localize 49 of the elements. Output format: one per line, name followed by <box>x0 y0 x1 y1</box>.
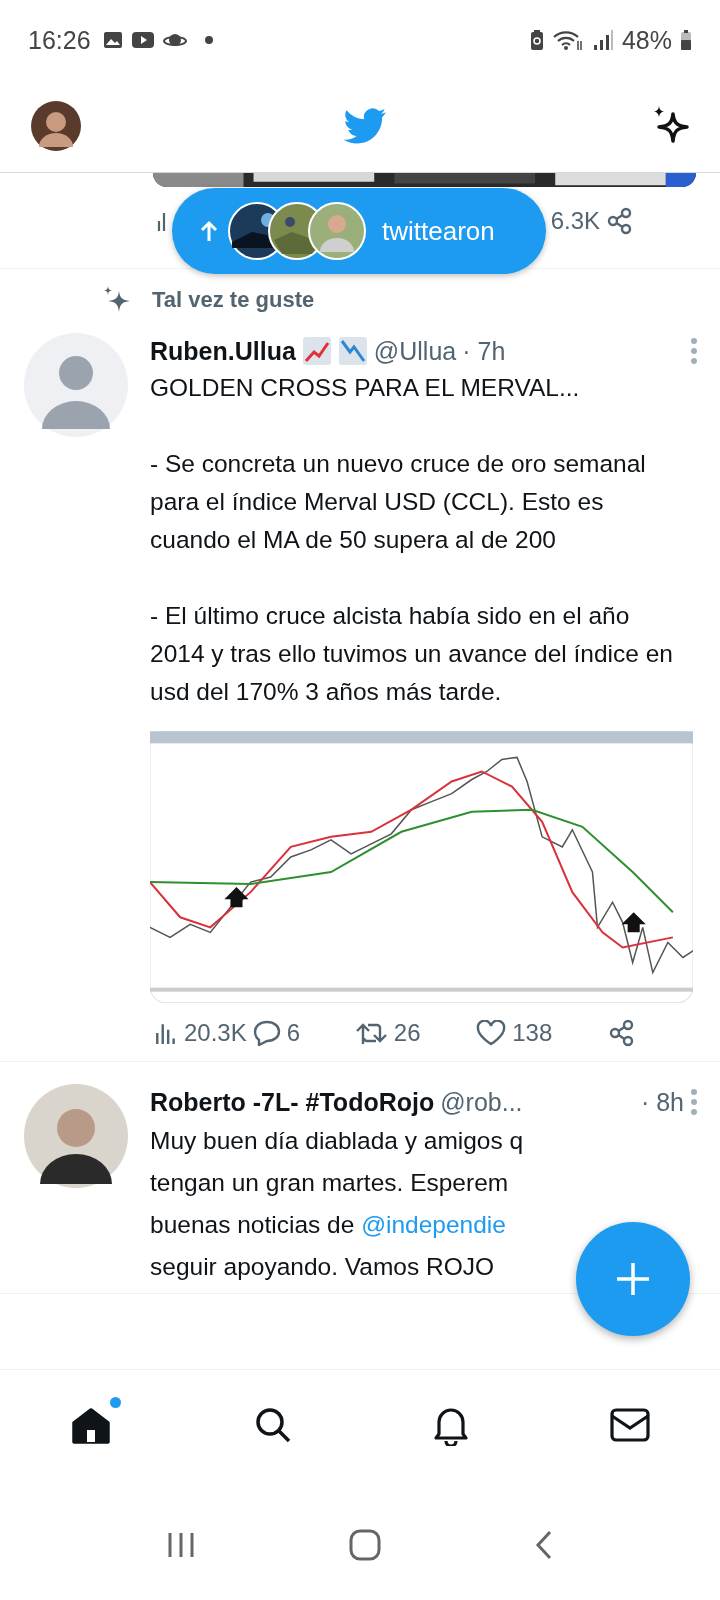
arrow-up-icon <box>200 220 218 242</box>
chart-up-icon <box>301 336 332 366</box>
notification-dot <box>204 36 213 44</box>
search-icon <box>253 1405 293 1445</box>
post-text: - El último cruce alcista había sido en el año 2014 y tras ello tuvimos un avance del índice en usd del 170% 3 años más tarde. <box>150 601 674 707</box>
post-text: seguir apoyando. Vamos ROJO <box>150 1253 495 1280</box>
mail-icon <box>609 1407 651 1443</box>
post-text: buenas noticias de <box>150 1211 356 1238</box>
view-count: 20.3K <box>184 1019 247 1047</box>
plus-icon <box>615 1261 651 1297</box>
home-button-icon[interactable] <box>349 1529 381 1561</box>
bird-logo-icon[interactable] <box>343 108 387 144</box>
heart-icon[interactable] <box>476 1020 507 1046</box>
reply-count: 6 <box>286 1019 301 1047</box>
compose-button[interactable] <box>576 1222 690 1336</box>
views-icon[interactable] <box>156 210 166 232</box>
post-time: · 8h <box>640 1087 684 1117</box>
post-time: · 7h <box>462 336 506 366</box>
share-icon[interactable] <box>606 207 634 235</box>
author-name[interactable]: Roberto -7L- #TodoRojo <box>150 1087 435 1117</box>
wifi-icon <box>551 29 584 51</box>
back-icon[interactable] <box>533 1530 554 1560</box>
clock: 16:26 <box>28 25 91 55</box>
suggestion-label: Tal vez te guste <box>152 287 315 313</box>
post-text: tengan un gran martes. Esperem <box>150 1169 509 1196</box>
gallery-icon <box>102 31 123 49</box>
views-icon[interactable] <box>154 1021 178 1045</box>
view-count: 6.3K <box>550 207 600 235</box>
video-icon <box>130 31 155 49</box>
author-handle: @Ullua <box>373 336 457 366</box>
planet-icon <box>162 31 187 49</box>
unread-dot <box>110 1397 121 1408</box>
avatar[interactable] <box>24 1084 128 1188</box>
post-text: Muy buen día diablada y amigos q <box>150 1127 524 1154</box>
share-icon[interactable] <box>608 1019 636 1047</box>
battery-percentage: 48% <box>621 25 672 55</box>
author-name[interactable]: Ruben.Ullua <box>150 336 296 366</box>
author-handle: @rob... <box>440 1087 523 1117</box>
battery-saver-icon <box>529 29 544 51</box>
post-text: GOLDEN CROSS PARA EL MERVAL... <box>150 373 581 403</box>
battery-icon <box>680 29 692 51</box>
signal-icon <box>591 29 614 51</box>
recents-icon[interactable] <box>166 1531 197 1559</box>
chart-down-icon <box>337 336 368 366</box>
retweet-count: 26 <box>393 1019 421 1047</box>
profile-avatar[interactable] <box>31 101 81 151</box>
like-count: 138 <box>512 1019 553 1047</box>
reply-icon[interactable] <box>252 1020 281 1046</box>
post-text: - Se concreta un nuevo cruce de oro semanal para el índice Merval USD (CCL). Esto es cuando el MA de 50 supera al de 200 <box>150 449 647 555</box>
